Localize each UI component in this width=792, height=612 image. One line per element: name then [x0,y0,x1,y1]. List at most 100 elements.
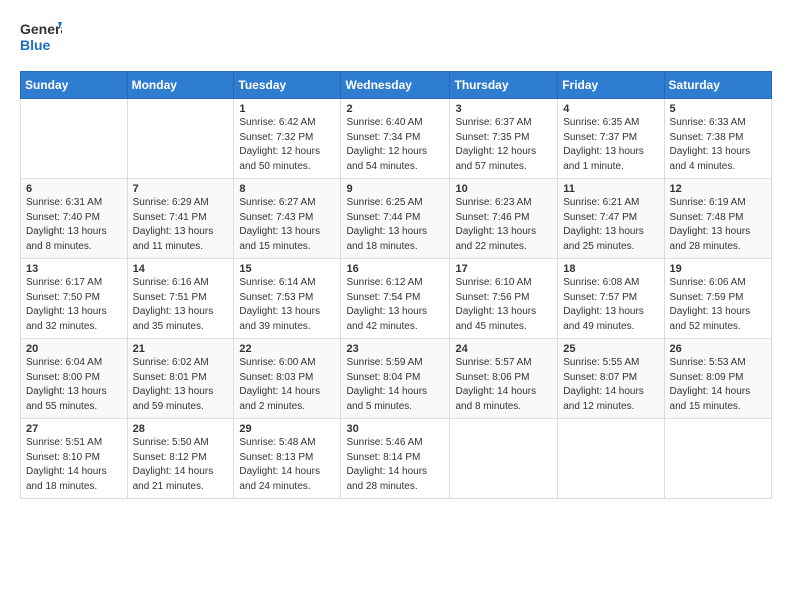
calendar-cell: 5Sunrise: 6:33 AMSunset: 7:38 PMDaylight… [664,99,771,179]
day-info: Sunrise: 6:33 AMSunset: 7:38 PMDaylight:… [670,116,766,174]
day-number: 29 [239,423,335,435]
day-info: Sunrise: 6:27 AMSunset: 7:43 PMDaylight:… [239,196,335,254]
calendar-cell: 21Sunrise: 6:02 AMSunset: 8:01 PMDayligh… [127,339,234,419]
calendar-cell: 22Sunrise: 6:00 AMSunset: 8:03 PMDayligh… [234,339,341,419]
day-info: Sunrise: 5:50 AMSunset: 8:12 PMDaylight:… [133,436,229,494]
calendar-cell: 14Sunrise: 6:16 AMSunset: 7:51 PMDayligh… [127,259,234,339]
calendar-cell: 15Sunrise: 6:14 AMSunset: 7:53 PMDayligh… [234,259,341,339]
day-info: Sunrise: 6:29 AMSunset: 7:41 PMDaylight:… [133,196,229,254]
svg-text:General: General [20,21,62,37]
calendar-week-row: 20Sunrise: 6:04 AMSunset: 8:00 PMDayligh… [21,339,772,419]
calendar-cell [21,99,128,179]
weekday-header: Monday [127,72,234,99]
calendar-cell: 16Sunrise: 6:12 AMSunset: 7:54 PMDayligh… [341,259,450,339]
day-number: 4 [563,103,658,115]
day-info: Sunrise: 5:59 AMSunset: 8:04 PMDaylight:… [346,356,444,414]
calendar-cell: 1Sunrise: 6:42 AMSunset: 7:32 PMDaylight… [234,99,341,179]
calendar-week-row: 13Sunrise: 6:17 AMSunset: 7:50 PMDayligh… [21,259,772,339]
day-info: Sunrise: 6:21 AMSunset: 7:47 PMDaylight:… [563,196,658,254]
day-number: 2 [346,103,444,115]
day-info: Sunrise: 6:12 AMSunset: 7:54 PMDaylight:… [346,276,444,334]
calendar-cell: 10Sunrise: 6:23 AMSunset: 7:46 PMDayligh… [450,179,558,259]
day-info: Sunrise: 6:06 AMSunset: 7:59 PMDaylight:… [670,276,766,334]
calendar-cell: 27Sunrise: 5:51 AMSunset: 8:10 PMDayligh… [21,419,128,499]
day-info: Sunrise: 6:04 AMSunset: 8:00 PMDaylight:… [26,356,122,414]
calendar-cell: 26Sunrise: 5:53 AMSunset: 8:09 PMDayligh… [664,339,771,419]
day-info: Sunrise: 5:57 AMSunset: 8:06 PMDaylight:… [455,356,552,414]
calendar-cell [127,99,234,179]
weekday-header: Saturday [664,72,771,99]
calendar-week-row: 1Sunrise: 6:42 AMSunset: 7:32 PMDaylight… [21,99,772,179]
day-number: 9 [346,183,444,195]
day-number: 23 [346,343,444,355]
day-number: 20 [26,343,122,355]
day-info: Sunrise: 6:00 AMSunset: 8:03 PMDaylight:… [239,356,335,414]
calendar-table: SundayMondayTuesdayWednesdayThursdayFrid… [20,71,772,499]
calendar-week-row: 27Sunrise: 5:51 AMSunset: 8:10 PMDayligh… [21,419,772,499]
weekday-header: Friday [558,72,664,99]
calendar-cell: 8Sunrise: 6:27 AMSunset: 7:43 PMDaylight… [234,179,341,259]
day-info: Sunrise: 6:37 AMSunset: 7:35 PMDaylight:… [455,116,552,174]
day-number: 13 [26,263,122,275]
day-number: 5 [670,103,766,115]
calendar-cell: 19Sunrise: 6:06 AMSunset: 7:59 PMDayligh… [664,259,771,339]
calendar-cell: 2Sunrise: 6:40 AMSunset: 7:34 PMDaylight… [341,99,450,179]
day-number: 16 [346,263,444,275]
calendar-cell [558,419,664,499]
page-header: General Blue [20,18,772,61]
day-info: Sunrise: 5:46 AMSunset: 8:14 PMDaylight:… [346,436,444,494]
day-info: Sunrise: 6:35 AMSunset: 7:37 PMDaylight:… [563,116,658,174]
calendar-cell: 25Sunrise: 5:55 AMSunset: 8:07 PMDayligh… [558,339,664,419]
day-number: 14 [133,263,229,275]
day-number: 3 [455,103,552,115]
day-info: Sunrise: 6:14 AMSunset: 7:53 PMDaylight:… [239,276,335,334]
day-info: Sunrise: 5:48 AMSunset: 8:13 PMDaylight:… [239,436,335,494]
day-number: 18 [563,263,658,275]
day-info: Sunrise: 5:51 AMSunset: 8:10 PMDaylight:… [26,436,122,494]
weekday-header: Tuesday [234,72,341,99]
day-info: Sunrise: 5:53 AMSunset: 8:09 PMDaylight:… [670,356,766,414]
calendar-cell: 29Sunrise: 5:48 AMSunset: 8:13 PMDayligh… [234,419,341,499]
day-number: 21 [133,343,229,355]
day-number: 11 [563,183,658,195]
calendar-cell: 24Sunrise: 5:57 AMSunset: 8:06 PMDayligh… [450,339,558,419]
calendar-header-row: SundayMondayTuesdayWednesdayThursdayFrid… [21,72,772,99]
calendar-cell: 18Sunrise: 6:08 AMSunset: 7:57 PMDayligh… [558,259,664,339]
calendar-cell: 30Sunrise: 5:46 AMSunset: 8:14 PMDayligh… [341,419,450,499]
day-number: 7 [133,183,229,195]
calendar-cell: 12Sunrise: 6:19 AMSunset: 7:48 PMDayligh… [664,179,771,259]
day-info: Sunrise: 5:55 AMSunset: 8:07 PMDaylight:… [563,356,658,414]
weekday-header: Sunday [21,72,128,99]
day-info: Sunrise: 6:40 AMSunset: 7:34 PMDaylight:… [346,116,444,174]
day-number: 26 [670,343,766,355]
day-info: Sunrise: 6:19 AMSunset: 7:48 PMDaylight:… [670,196,766,254]
day-number: 19 [670,263,766,275]
calendar-cell: 17Sunrise: 6:10 AMSunset: 7:56 PMDayligh… [450,259,558,339]
day-number: 25 [563,343,658,355]
day-number: 12 [670,183,766,195]
day-info: Sunrise: 6:25 AMSunset: 7:44 PMDaylight:… [346,196,444,254]
day-info: Sunrise: 6:08 AMSunset: 7:57 PMDaylight:… [563,276,658,334]
weekday-header: Wednesday [341,72,450,99]
day-number: 22 [239,343,335,355]
calendar-cell: 13Sunrise: 6:17 AMSunset: 7:50 PMDayligh… [21,259,128,339]
calendar-week-row: 6Sunrise: 6:31 AMSunset: 7:40 PMDaylight… [21,179,772,259]
day-number: 8 [239,183,335,195]
calendar-cell: 6Sunrise: 6:31 AMSunset: 7:40 PMDaylight… [21,179,128,259]
weekday-header: Thursday [450,72,558,99]
calendar-cell: 28Sunrise: 5:50 AMSunset: 8:12 PMDayligh… [127,419,234,499]
calendar-cell: 3Sunrise: 6:37 AMSunset: 7:35 PMDaylight… [450,99,558,179]
day-number: 30 [346,423,444,435]
day-number: 28 [133,423,229,435]
day-number: 27 [26,423,122,435]
calendar-cell: 7Sunrise: 6:29 AMSunset: 7:41 PMDaylight… [127,179,234,259]
day-info: Sunrise: 6:17 AMSunset: 7:50 PMDaylight:… [26,276,122,334]
calendar-cell: 23Sunrise: 5:59 AMSunset: 8:04 PMDayligh… [341,339,450,419]
logo: General Blue [20,18,62,61]
day-info: Sunrise: 6:02 AMSunset: 8:01 PMDaylight:… [133,356,229,414]
day-number: 6 [26,183,122,195]
day-info: Sunrise: 6:10 AMSunset: 7:56 PMDaylight:… [455,276,552,334]
day-info: Sunrise: 6:23 AMSunset: 7:46 PMDaylight:… [455,196,552,254]
day-info: Sunrise: 6:31 AMSunset: 7:40 PMDaylight:… [26,196,122,254]
day-number: 15 [239,263,335,275]
